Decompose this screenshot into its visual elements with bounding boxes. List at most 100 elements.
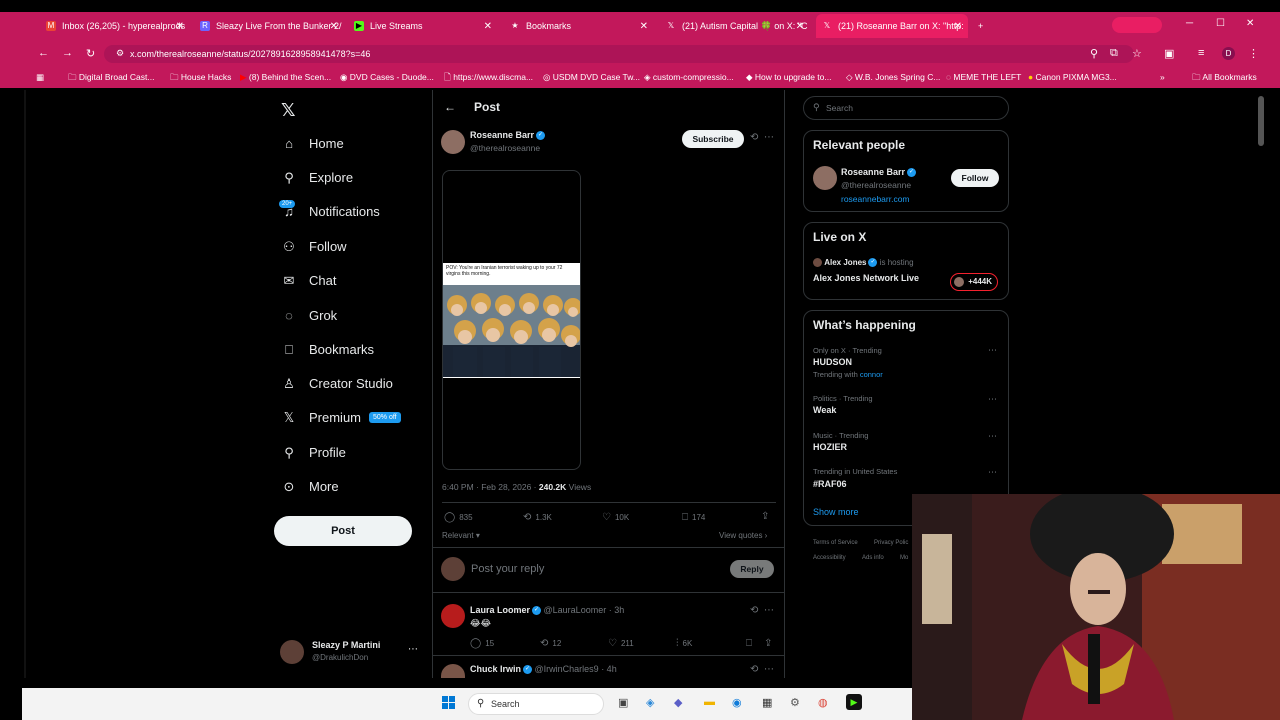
bookmark-stat[interactable]: ⎕ 174 — [682, 512, 705, 523]
reply-menu-icon[interactable]: ⋯ — [764, 605, 774, 616]
nav-notifications[interactable]: ♫ Notifications — [282, 204, 380, 219]
teams-icon[interactable]: ◆ — [674, 696, 682, 709]
bookmark-item[interactable]: ◌ MEME THE LEFT — [946, 72, 1021, 82]
profile-avatar[interactable]: D — [1222, 47, 1235, 60]
back-icon[interactable]: ← — [38, 47, 49, 59]
trend-menu-icon[interactable]: ⋯ — [988, 345, 997, 356]
trend-topic[interactable]: HOZIER — [813, 442, 847, 452]
tab-live-streams[interactable]: ▶ Live Streams ✕ — [348, 14, 498, 38]
nav-explore[interactable]: ⚲ Explore — [282, 170, 353, 186]
footer-link[interactable]: Ads info — [862, 555, 884, 561]
trend-menu-icon[interactable]: ⋯ — [988, 394, 997, 405]
tab-sleazy-live[interactable]: R Sleazy Live From the Bunker 2/ ✕ — [194, 14, 344, 38]
avatar[interactable] — [280, 640, 304, 664]
url-field[interactable]: x.com/therealroseanne/status/20278916289… — [104, 45, 1134, 63]
bookmark-item[interactable]: ◉ DVD Cases - Duode... — [340, 72, 434, 83]
post-button[interactable]: Post — [274, 516, 412, 546]
bookmark-item[interactable]: ◆ How to upgrade to... — [746, 72, 831, 83]
trend-extra-link[interactable]: connor — [860, 370, 883, 379]
relevant-avatar[interactable] — [813, 166, 837, 190]
footer-link[interactable]: Terms of Service — [813, 540, 858, 546]
nav-chat[interactable]: ✉ Chat — [282, 273, 337, 289]
reply-button[interactable]: Reply — [730, 560, 774, 578]
trend-menu-icon[interactable]: ⋯ — [988, 431, 997, 442]
task-view-icon[interactable]: ▣ — [618, 696, 628, 709]
tab-inbox[interactable]: M Inbox (26,205) - hyperealprods ✕ — [40, 14, 190, 38]
tab-roseanne[interactable]: 𝕏 (21) Roseanne Barr on X: "http: ✕ — [816, 14, 968, 38]
follow-button[interactable]: Follow — [951, 169, 999, 187]
reply-views-stat[interactable]: ⫶ 6K — [676, 638, 692, 649]
reply-repost-stat[interactable]: ⟲ 12 — [540, 638, 561, 649]
taskbar-search[interactable]: ⚲ Search — [468, 693, 604, 715]
back-arrow-icon[interactable]: ← — [444, 100, 456, 114]
reply-reply-stat[interactable]: ◯ 15 — [470, 638, 494, 649]
split-screen-icon[interactable]: ▣ — [1164, 47, 1174, 60]
trend-topic[interactable]: HUDSON — [813, 357, 852, 367]
grok-explain-icon[interactable]: ⟲ — [750, 132, 758, 143]
nav-more[interactable]: ⊙ More — [282, 479, 339, 495]
footer-link[interactable]: Mo — [900, 555, 908, 561]
reply-share-button[interactable]: ⇪ — [764, 638, 776, 649]
site-info-icon[interactable]: ⚙ — [116, 48, 124, 59]
grok-explain-icon[interactable]: ⟲ — [750, 664, 758, 675]
author-name[interactable]: Roseanne Barr ✓ — [470, 130, 546, 141]
store-icon[interactable]: ▦ — [762, 696, 772, 709]
bookmark-item[interactable]: 🗋 https://www.discma... — [444, 72, 533, 86]
x-logo-icon[interactable]: 𝕏 — [281, 100, 296, 121]
maximize-icon[interactable]: ☐ — [1216, 18, 1225, 29]
chrome-icon[interactable]: ◍ — [818, 696, 828, 709]
close-icon[interactable]: ✕ — [640, 21, 648, 32]
copilot-icon[interactable]: ◈ — [646, 696, 654, 709]
tab-autism-capital[interactable]: 𝕏 (21) Autism Capital 🍀 on X: "C ✕ — [660, 14, 810, 38]
bookmarks-overflow-icon[interactable]: » — [1160, 72, 1165, 82]
collections-icon[interactable]: ≡ — [1198, 47, 1204, 59]
menu-dots-icon[interactable]: ⋮ — [1248, 47, 1259, 60]
close-icon[interactable]: ✕ — [330, 21, 338, 32]
footer-link[interactable]: Privacy Polic — [874, 540, 908, 546]
zoom-icon[interactable]: ⚲ — [1090, 47, 1098, 60]
live-show-title[interactable]: Alex Jones Network Live — [813, 273, 919, 283]
account-menu-icon[interactable]: ⋯ — [408, 644, 418, 655]
windows-start-icon[interactable] — [442, 696, 455, 709]
reload-icon[interactable]: ↻ — [86, 47, 95, 60]
reply-stat[interactable]: ◯ 835 — [444, 512, 473, 523]
install-icon[interactable]: ⧉ — [1110, 47, 1118, 60]
nav-grok[interactable]: ◌ Grok — [282, 308, 337, 323]
reply-author-name[interactable]: Laura Loomer — [470, 605, 530, 615]
minimize-icon[interactable]: ─ — [1186, 18, 1193, 29]
apps-icon[interactable]: ▦ — [36, 72, 44, 83]
reply-author-name[interactable]: Chuck Irwin — [470, 664, 521, 674]
like-stat[interactable]: ♡ 10K — [602, 512, 629, 523]
share-button[interactable]: ⇪ — [761, 511, 773, 522]
edge-icon[interactable]: ◉ — [732, 696, 742, 709]
reply-input[interactable]: Post your reply — [471, 563, 671, 575]
relevant-name[interactable]: Roseanne Barr ✓ — [841, 167, 917, 178]
close-icon[interactable]: ✕ — [176, 21, 184, 32]
view-quotes-link[interactable]: View quotes › — [719, 531, 767, 540]
bookmark-item[interactable]: ● Canon PIXMA MG3... — [1028, 72, 1117, 82]
author-avatar[interactable] — [441, 130, 465, 154]
nav-premium[interactable]: 𝕏 Premium 50% off — [282, 410, 401, 425]
sort-dropdown[interactable]: Relevant ▾ — [442, 531, 480, 540]
close-icon[interactable]: ✕ — [484, 21, 492, 32]
repost-stat[interactable]: ⟲ 1.3K — [523, 512, 552, 523]
close-icon[interactable]: ✕ — [796, 21, 804, 32]
settings-icon[interactable]: ⚙ — [790, 696, 800, 709]
reply-bookmark-button[interactable]: ⎕ — [746, 638, 756, 649]
post-menu-icon[interactable]: ⋯ — [764, 132, 774, 143]
new-tab-button[interactable]: + — [972, 14, 992, 38]
trend-topic[interactable]: Weak — [813, 405, 836, 415]
search-input[interactable]: ⚲ Search — [803, 96, 1009, 120]
live-host-row[interactable]: Alex Jones ✓ is hosting — [813, 258, 914, 268]
bookmark-item[interactable]: ▶ (8) Behind the Scen... — [240, 72, 331, 83]
trend-menu-icon[interactable]: ⋯ — [988, 467, 997, 478]
show-more-link[interactable]: Show more — [813, 507, 859, 517]
bookmark-item[interactable]: ◇ W.B. Jones Spring C... — [846, 72, 940, 83]
nav-profile[interactable]: ⚲ Profile — [282, 445, 346, 461]
nav-bookmarks[interactable]: ⎕ Bookmarks — [282, 342, 374, 358]
trend-topic[interactable]: #RAF06 — [813, 479, 847, 489]
close-window-icon[interactable]: ✕ — [1246, 18, 1254, 29]
forward-icon[interactable]: → — [62, 47, 73, 59]
tab-bookmarks[interactable]: ★ Bookmarks ✕ — [504, 14, 654, 38]
bookmark-item[interactable]: ◈ custom-compressio... — [644, 72, 734, 83]
